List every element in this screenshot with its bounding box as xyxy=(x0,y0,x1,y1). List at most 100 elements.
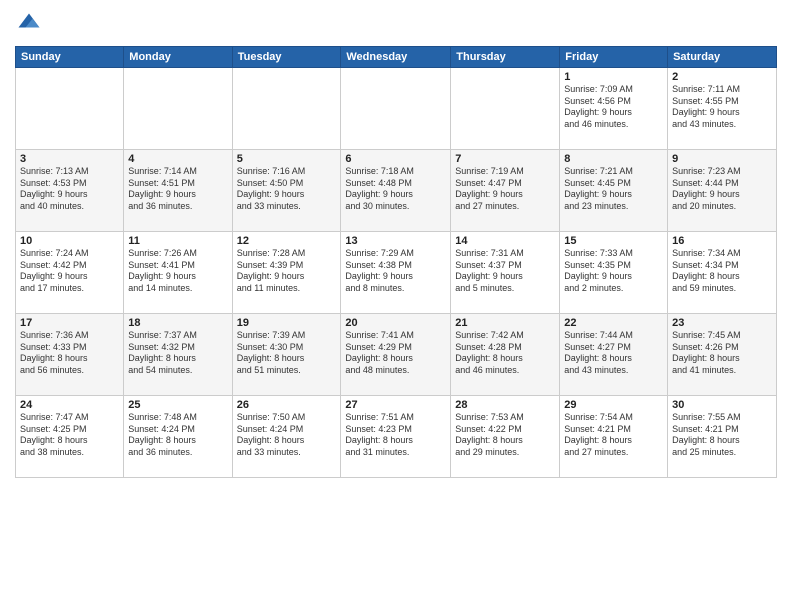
day-number: 29 xyxy=(564,399,663,411)
calendar-cell: 6Sunrise: 7:18 AM Sunset: 4:48 PM Daylig… xyxy=(341,150,451,232)
calendar-cell: 16Sunrise: 7:34 AM Sunset: 4:34 PM Dayli… xyxy=(668,232,777,314)
calendar-cell: 17Sunrise: 7:36 AM Sunset: 4:33 PM Dayli… xyxy=(16,314,124,396)
calendar-cell: 26Sunrise: 7:50 AM Sunset: 4:24 PM Dayli… xyxy=(232,396,341,478)
calendar-cell: 2Sunrise: 7:11 AM Sunset: 4:55 PM Daylig… xyxy=(668,68,777,150)
calendar-cell xyxy=(451,68,560,150)
calendar-cell: 20Sunrise: 7:41 AM Sunset: 4:29 PM Dayli… xyxy=(341,314,451,396)
calendar-cell: 23Sunrise: 7:45 AM Sunset: 4:26 PM Dayli… xyxy=(668,314,777,396)
day-number: 26 xyxy=(237,399,337,411)
day-info: Sunrise: 7:36 AM Sunset: 4:33 PM Dayligh… xyxy=(20,330,119,377)
day-number: 12 xyxy=(237,235,337,247)
day-info: Sunrise: 7:34 AM Sunset: 4:34 PM Dayligh… xyxy=(672,248,772,295)
calendar-cell: 11Sunrise: 7:26 AM Sunset: 4:41 PM Dayli… xyxy=(124,232,232,314)
calendar-cell: 29Sunrise: 7:54 AM Sunset: 4:21 PM Dayli… xyxy=(560,396,668,478)
day-number: 30 xyxy=(672,399,772,411)
day-info: Sunrise: 7:55 AM Sunset: 4:21 PM Dayligh… xyxy=(672,412,772,459)
calendar-cell: 28Sunrise: 7:53 AM Sunset: 4:22 PM Dayli… xyxy=(451,396,560,478)
day-number: 20 xyxy=(345,317,446,329)
day-number: 5 xyxy=(237,153,337,165)
calendar-week-0: 1Sunrise: 7:09 AM Sunset: 4:56 PM Daylig… xyxy=(16,68,777,150)
day-info: Sunrise: 7:28 AM Sunset: 4:39 PM Dayligh… xyxy=(237,248,337,295)
day-number: 22 xyxy=(564,317,663,329)
day-number: 11 xyxy=(128,235,227,247)
calendar-weekday-saturday: Saturday xyxy=(668,47,777,68)
day-info: Sunrise: 7:14 AM Sunset: 4:51 PM Dayligh… xyxy=(128,166,227,213)
day-number: 23 xyxy=(672,317,772,329)
calendar-weekday-sunday: Sunday xyxy=(16,47,124,68)
calendar-cell: 3Sunrise: 7:13 AM Sunset: 4:53 PM Daylig… xyxy=(16,150,124,232)
calendar-weekday-wednesday: Wednesday xyxy=(341,47,451,68)
logo-icon xyxy=(15,10,43,38)
calendar-cell: 27Sunrise: 7:51 AM Sunset: 4:23 PM Dayli… xyxy=(341,396,451,478)
day-info: Sunrise: 7:21 AM Sunset: 4:45 PM Dayligh… xyxy=(564,166,663,213)
day-info: Sunrise: 7:53 AM Sunset: 4:22 PM Dayligh… xyxy=(455,412,555,459)
calendar-week-4: 24Sunrise: 7:47 AM Sunset: 4:25 PM Dayli… xyxy=(16,396,777,478)
calendar-week-2: 10Sunrise: 7:24 AM Sunset: 4:42 PM Dayli… xyxy=(16,232,777,314)
day-number: 21 xyxy=(455,317,555,329)
calendar-table: SundayMondayTuesdayWednesdayThursdayFrid… xyxy=(15,46,777,478)
calendar-cell: 7Sunrise: 7:19 AM Sunset: 4:47 PM Daylig… xyxy=(451,150,560,232)
day-info: Sunrise: 7:47 AM Sunset: 4:25 PM Dayligh… xyxy=(20,412,119,459)
calendar-cell: 12Sunrise: 7:28 AM Sunset: 4:39 PM Dayli… xyxy=(232,232,341,314)
calendar-cell: 19Sunrise: 7:39 AM Sunset: 4:30 PM Dayli… xyxy=(232,314,341,396)
calendar-week-1: 3Sunrise: 7:13 AM Sunset: 4:53 PM Daylig… xyxy=(16,150,777,232)
day-info: Sunrise: 7:54 AM Sunset: 4:21 PM Dayligh… xyxy=(564,412,663,459)
calendar-cell xyxy=(232,68,341,150)
day-info: Sunrise: 7:45 AM Sunset: 4:26 PM Dayligh… xyxy=(672,330,772,377)
calendar-cell: 25Sunrise: 7:48 AM Sunset: 4:24 PM Dayli… xyxy=(124,396,232,478)
calendar-cell: 22Sunrise: 7:44 AM Sunset: 4:27 PM Dayli… xyxy=(560,314,668,396)
calendar-header-row: SundayMondayTuesdayWednesdayThursdayFrid… xyxy=(16,47,777,68)
page: SundayMondayTuesdayWednesdayThursdayFrid… xyxy=(0,0,792,612)
calendar-cell: 5Sunrise: 7:16 AM Sunset: 4:50 PM Daylig… xyxy=(232,150,341,232)
day-number: 4 xyxy=(128,153,227,165)
day-number: 14 xyxy=(455,235,555,247)
day-info: Sunrise: 7:11 AM Sunset: 4:55 PM Dayligh… xyxy=(672,84,772,131)
day-info: Sunrise: 7:29 AM Sunset: 4:38 PM Dayligh… xyxy=(345,248,446,295)
logo xyxy=(15,10,47,38)
calendar-cell xyxy=(124,68,232,150)
day-info: Sunrise: 7:19 AM Sunset: 4:47 PM Dayligh… xyxy=(455,166,555,213)
day-info: Sunrise: 7:18 AM Sunset: 4:48 PM Dayligh… xyxy=(345,166,446,213)
calendar-weekday-friday: Friday xyxy=(560,47,668,68)
day-number: 28 xyxy=(455,399,555,411)
day-info: Sunrise: 7:42 AM Sunset: 4:28 PM Dayligh… xyxy=(455,330,555,377)
day-number: 25 xyxy=(128,399,227,411)
day-number: 18 xyxy=(128,317,227,329)
day-number: 3 xyxy=(20,153,119,165)
day-info: Sunrise: 7:41 AM Sunset: 4:29 PM Dayligh… xyxy=(345,330,446,377)
calendar-cell: 21Sunrise: 7:42 AM Sunset: 4:28 PM Dayli… xyxy=(451,314,560,396)
calendar-cell: 8Sunrise: 7:21 AM Sunset: 4:45 PM Daylig… xyxy=(560,150,668,232)
calendar-cell: 15Sunrise: 7:33 AM Sunset: 4:35 PM Dayli… xyxy=(560,232,668,314)
calendar-weekday-monday: Monday xyxy=(124,47,232,68)
calendar-cell: 9Sunrise: 7:23 AM Sunset: 4:44 PM Daylig… xyxy=(668,150,777,232)
day-number: 16 xyxy=(672,235,772,247)
calendar-week-3: 17Sunrise: 7:36 AM Sunset: 4:33 PM Dayli… xyxy=(16,314,777,396)
day-info: Sunrise: 7:13 AM Sunset: 4:53 PM Dayligh… xyxy=(20,166,119,213)
calendar-cell: 30Sunrise: 7:55 AM Sunset: 4:21 PM Dayli… xyxy=(668,396,777,478)
day-number: 15 xyxy=(564,235,663,247)
day-info: Sunrise: 7:09 AM Sunset: 4:56 PM Dayligh… xyxy=(564,84,663,131)
day-info: Sunrise: 7:16 AM Sunset: 4:50 PM Dayligh… xyxy=(237,166,337,213)
day-number: 9 xyxy=(672,153,772,165)
day-number: 8 xyxy=(564,153,663,165)
day-info: Sunrise: 7:23 AM Sunset: 4:44 PM Dayligh… xyxy=(672,166,772,213)
calendar-weekday-thursday: Thursday xyxy=(451,47,560,68)
calendar-cell xyxy=(16,68,124,150)
day-number: 24 xyxy=(20,399,119,411)
day-info: Sunrise: 7:44 AM Sunset: 4:27 PM Dayligh… xyxy=(564,330,663,377)
day-number: 13 xyxy=(345,235,446,247)
day-info: Sunrise: 7:33 AM Sunset: 4:35 PM Dayligh… xyxy=(564,248,663,295)
day-number: 27 xyxy=(345,399,446,411)
day-number: 7 xyxy=(455,153,555,165)
header xyxy=(15,10,777,38)
day-info: Sunrise: 7:39 AM Sunset: 4:30 PM Dayligh… xyxy=(237,330,337,377)
day-info: Sunrise: 7:48 AM Sunset: 4:24 PM Dayligh… xyxy=(128,412,227,459)
day-number: 2 xyxy=(672,71,772,83)
calendar-cell: 1Sunrise: 7:09 AM Sunset: 4:56 PM Daylig… xyxy=(560,68,668,150)
day-number: 1 xyxy=(564,71,663,83)
day-info: Sunrise: 7:24 AM Sunset: 4:42 PM Dayligh… xyxy=(20,248,119,295)
day-info: Sunrise: 7:51 AM Sunset: 4:23 PM Dayligh… xyxy=(345,412,446,459)
day-info: Sunrise: 7:50 AM Sunset: 4:24 PM Dayligh… xyxy=(237,412,337,459)
day-info: Sunrise: 7:37 AM Sunset: 4:32 PM Dayligh… xyxy=(128,330,227,377)
calendar-cell: 14Sunrise: 7:31 AM Sunset: 4:37 PM Dayli… xyxy=(451,232,560,314)
